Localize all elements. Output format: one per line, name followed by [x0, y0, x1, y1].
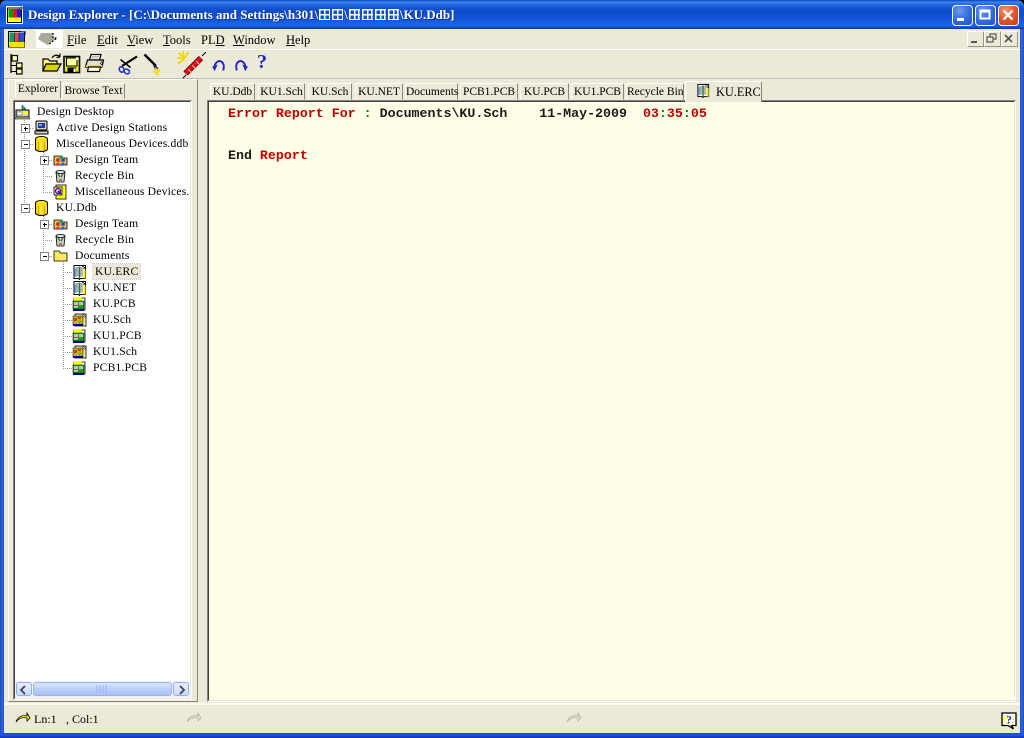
svg-text:?: ? — [1006, 715, 1012, 727]
